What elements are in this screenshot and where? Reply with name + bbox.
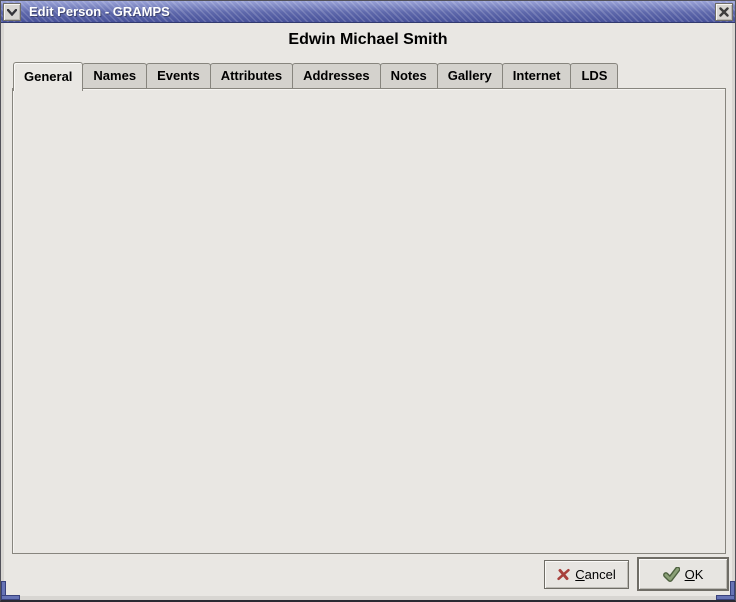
tab-events[interactable]: Events: [146, 63, 211, 88]
window-title: Edit Person - GRAMPS: [29, 4, 170, 19]
resize-grip-bottom-right-h[interactable]: [716, 595, 735, 600]
tab-general[interactable]: General: [13, 62, 83, 91]
ok-button-label: OK: [685, 567, 704, 582]
cancel-button[interactable]: Cancel: [544, 560, 629, 589]
close-button[interactable]: [715, 3, 733, 21]
cancel-x-icon: [556, 568, 571, 581]
window-menu-button[interactable]: [3, 3, 21, 21]
tab-notes[interactable]: Notes: [380, 63, 438, 88]
cancel-button-label: Cancel: [575, 567, 615, 582]
titlebar[interactable]: Edit Person - GRAMPS: [1, 1, 735, 23]
tab-internet[interactable]: Internet: [502, 63, 572, 88]
ok-button[interactable]: OK: [638, 558, 728, 590]
resize-grip-bottom-left-h[interactable]: [1, 595, 20, 600]
tab-gallery[interactable]: Gallery: [437, 63, 503, 88]
tab-bar: GeneralNamesEventsAttributesAddressesNot…: [13, 62, 617, 89]
tab-attributes[interactable]: Attributes: [210, 63, 293, 88]
tab-addresses[interactable]: Addresses: [292, 63, 380, 88]
edit-person-dialog: Edit Person - GRAMPS Edwin Michael Smith…: [0, 0, 736, 602]
window-menu-chevron-icon: [7, 9, 17, 16]
ok-check-icon: [663, 567, 680, 582]
general-tab-panel: [12, 88, 726, 554]
page-title: Edwin Michael Smith: [1, 31, 735, 49]
tab-lds[interactable]: LDS: [570, 63, 618, 88]
close-icon: [719, 7, 729, 17]
tab-names[interactable]: Names: [82, 63, 147, 88]
